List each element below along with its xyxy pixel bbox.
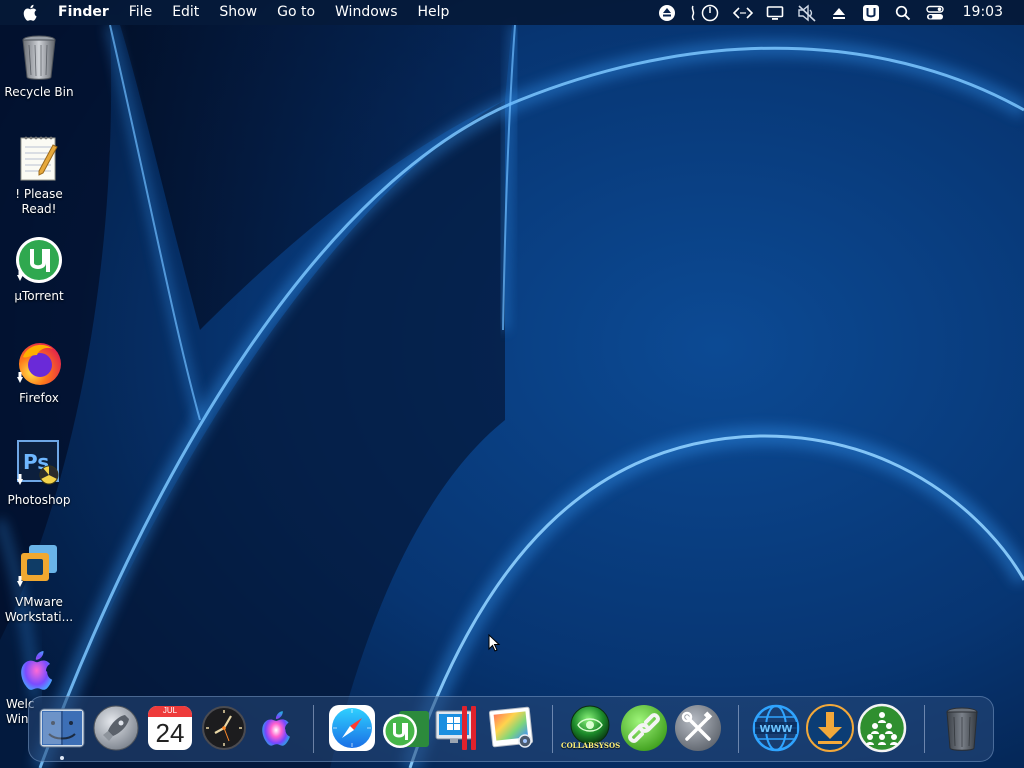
- dock-system-tools[interactable]: [673, 703, 723, 753]
- apple-welcome-icon: [12, 643, 64, 695]
- dock-preview[interactable]: [487, 703, 537, 753]
- dock-safari[interactable]: [327, 703, 377, 753]
- calendar-day: 24: [155, 718, 185, 748]
- dock-calendar[interactable]: JUL 24: [145, 703, 195, 753]
- download-icon: [806, 704, 854, 752]
- dock-separator: [738, 705, 739, 753]
- dock-collabsysos[interactable]: COLLABSYSOS: [561, 703, 620, 753]
- dock-separator: [924, 705, 925, 753]
- calendar-month: JUL: [162, 706, 178, 715]
- desktop-icon-label: ! Please Read!: [15, 187, 63, 216]
- link-icon: [621, 705, 667, 751]
- finder-icon: [39, 708, 85, 748]
- dock-link[interactable]: [619, 703, 669, 753]
- u-badge-icon[interactable]: [859, 0, 883, 25]
- code-icon[interactable]: [731, 0, 755, 25]
- trash-icon: [946, 707, 978, 751]
- dock-finder[interactable]: [37, 703, 87, 760]
- desktop-icon-vmware[interactable]: VMware Workstati...: [0, 541, 78, 625]
- firefox-icon: [13, 337, 65, 389]
- eject-icon[interactable]: [655, 0, 679, 25]
- upload-arrow-icon[interactable]: [827, 0, 851, 25]
- www-globe-icon: WWW: [752, 704, 800, 752]
- menu-show[interactable]: Show: [209, 0, 267, 25]
- parallels-windows-icon: [435, 706, 476, 750]
- power-timer-icon[interactable]: [687, 0, 723, 25]
- menu-bar-clock[interactable]: 19:03: [963, 0, 1003, 25]
- siri-icon: [262, 711, 290, 746]
- text-note-icon: [13, 133, 65, 185]
- collabsysos-label: COLLABSYSOS: [561, 741, 621, 750]
- dock-utorrent[interactable]: [381, 703, 431, 753]
- vmware-icon: [13, 541, 65, 593]
- display-icon[interactable]: [763, 0, 787, 25]
- search-icon[interactable]: [891, 0, 915, 25]
- utorrent-icon: [13, 235, 65, 287]
- photoshop-icon: Ps: [13, 439, 65, 491]
- desktop-icon-label: VMware Workstati...: [4, 595, 74, 624]
- menu-edit[interactable]: Edit: [162, 0, 209, 25]
- menu-file[interactable]: File: [119, 0, 162, 25]
- menu-windows[interactable]: Windows: [325, 0, 408, 25]
- desktop-icon-photoshop[interactable]: Ps Photoshop: [0, 439, 78, 508]
- dock-clock[interactable]: [199, 703, 249, 753]
- desktop-icon-utorrent[interactable]: µTorrent: [0, 235, 78, 304]
- system-tools-icon: [675, 705, 721, 751]
- menu-bar: Finder File Edit Show Go to Windows Help: [0, 0, 1024, 25]
- apple-logo-icon[interactable]: [21, 4, 39, 22]
- dock-siri[interactable]: [251, 703, 301, 753]
- desktop-icon-please-read[interactable]: ! Please Read!: [0, 133, 78, 217]
- menu-help[interactable]: Help: [408, 0, 460, 25]
- dock-separator: [313, 705, 314, 753]
- desktop-icon-label: µTorrent: [14, 289, 64, 303]
- control-center-icon[interactable]: [923, 0, 947, 25]
- utorrent-icon: [383, 711, 429, 748]
- desktop-icon-label: Photoshop: [7, 493, 71, 507]
- desktop-wallpaper: [0, 0, 1024, 768]
- desktop-icon-firefox[interactable]: Firefox: [0, 337, 78, 406]
- desktop-icon-label: Firefox: [19, 391, 59, 405]
- menu-go-to[interactable]: Go to: [267, 0, 325, 25]
- desktop-icon-label: Recycle Bin: [4, 85, 74, 99]
- dock-separator: [552, 705, 553, 753]
- svg-text:WWW: WWW: [759, 724, 792, 735]
- clock-icon: [202, 706, 246, 750]
- safari-icon: [329, 705, 375, 751]
- running-indicator: [60, 756, 64, 760]
- dock-parallels-desktop[interactable]: [433, 703, 483, 753]
- dock-downloads[interactable]: [805, 703, 855, 753]
- dock-network-users[interactable]: [857, 703, 907, 753]
- preview-photos-icon: [488, 706, 534, 748]
- recycle-bin-icon: [13, 31, 65, 83]
- dock-trash[interactable]: [937, 703, 987, 753]
- dock-launchpad[interactable]: [91, 703, 141, 753]
- menu-finder[interactable]: Finder: [49, 0, 119, 25]
- network-users-icon: [857, 703, 907, 753]
- desktop-icon-recycle-bin[interactable]: Recycle Bin: [0, 31, 78, 100]
- dock-www-browser[interactable]: WWW: [751, 703, 801, 753]
- mute-icon[interactable]: [795, 0, 819, 25]
- launchpad-rocket-icon: [93, 705, 139, 751]
- dock: JUL 24 COLLABSYSOS WWW: [28, 696, 994, 762]
- mouse-cursor-icon: [488, 634, 501, 652]
